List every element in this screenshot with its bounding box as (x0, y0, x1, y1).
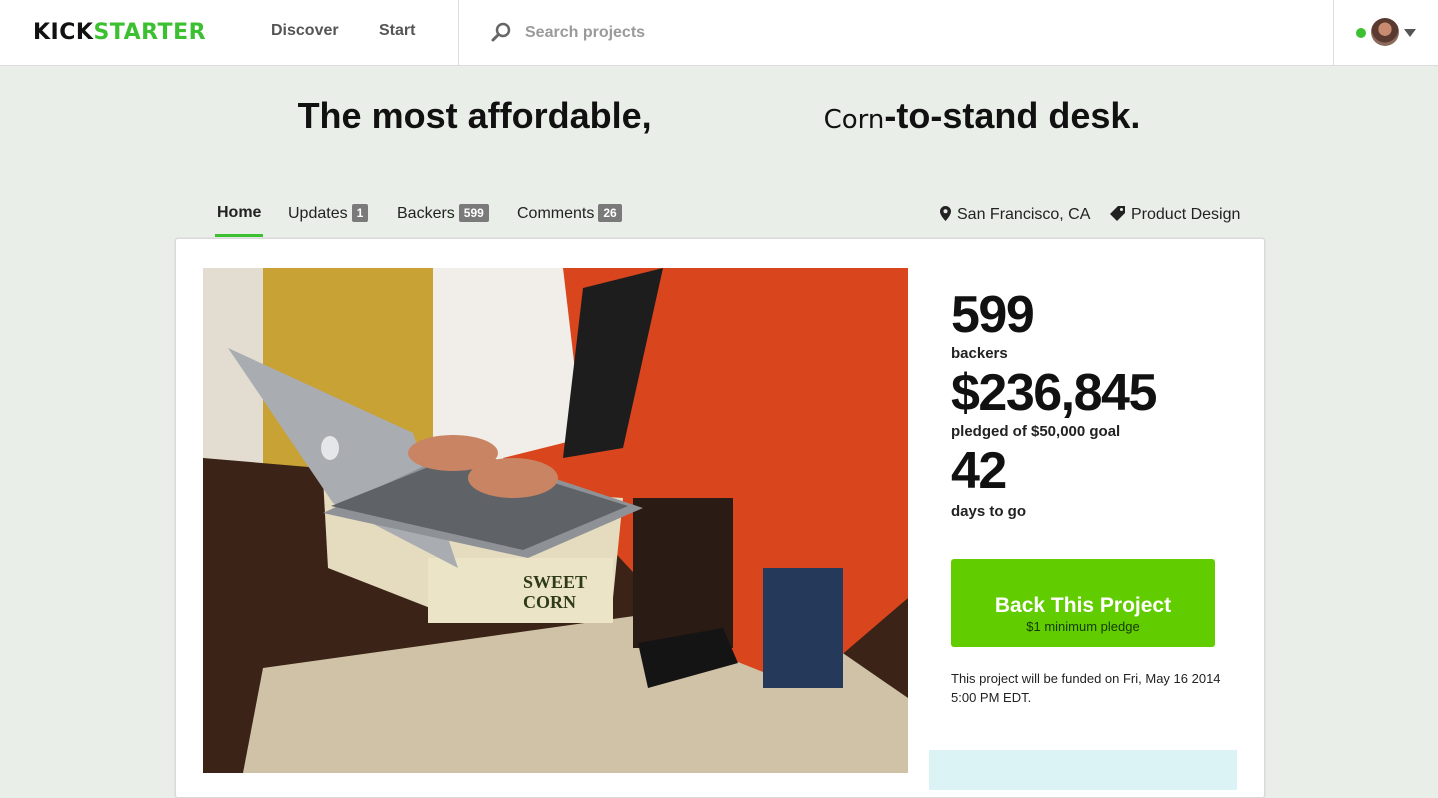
nav-divider (1333, 0, 1334, 66)
backers-count: 599 (951, 286, 1035, 344)
project-stats: 599 backers $236,845 pledged of $50,000 … (951, 289, 1251, 521)
tag-icon (1110, 206, 1125, 221)
tab-updates[interactable]: Updates 1 (288, 204, 369, 238)
top-navigation: KICKSTARTER Discover Start (0, 0, 1438, 66)
chevron-down-icon[interactable] (1404, 29, 1416, 37)
count-badge: 1 (351, 204, 369, 222)
start-link[interactable]: Start (379, 22, 415, 40)
backers-label: backers (951, 345, 1008, 362)
location-pin-icon (940, 206, 951, 221)
count-badge: 599 (458, 204, 489, 222)
funding-date-note: This project will be funded on Fri, May … (951, 671, 1221, 705)
tab-home[interactable]: Home (214, 204, 264, 238)
pledged-label: pledged of $50,000 goal (951, 423, 1121, 440)
box-label-sweet: SWEET (523, 572, 587, 592)
project-video[interactable]: SWEET CORN (203, 268, 908, 773)
info-box (929, 750, 1237, 790)
pledged-amount: $236,845 (951, 364, 1157, 422)
kickstarter-logo[interactable]: KICKSTARTER (33, 20, 206, 46)
discover-link[interactable]: Discover (271, 22, 339, 40)
location-link[interactable]: San Francisco, CA (940, 206, 1090, 224)
days-label: days to go (951, 503, 1027, 520)
online-status-dot (1356, 28, 1366, 38)
days-count: 42 (951, 442, 1007, 500)
tab-backers[interactable]: Backers 599 (397, 204, 489, 238)
tab-comments[interactable]: Comments 26 (517, 204, 622, 238)
category-link[interactable]: Product Design (1110, 206, 1240, 224)
search-icon[interactable] (490, 21, 512, 43)
avatar[interactable] (1371, 18, 1399, 46)
project-card: SWEET CORN 599 backers $236,845 pledged … (175, 238, 1265, 798)
box-label-corn: CORN (523, 592, 576, 612)
back-this-project-button[interactable]: Back This Project $1 minimum pledge (951, 559, 1215, 647)
search-input[interactable] (525, 21, 1025, 45)
video-thumbnail-image: SWEET CORN (203, 268, 908, 773)
title-corn-word: Corn (823, 105, 885, 135)
project-title: The most affordable, Corn-to-stand desk. (297, 95, 1141, 136)
nav-divider (458, 0, 459, 66)
count-badge: 26 (598, 204, 622, 222)
user-menu[interactable] (1354, 18, 1424, 48)
